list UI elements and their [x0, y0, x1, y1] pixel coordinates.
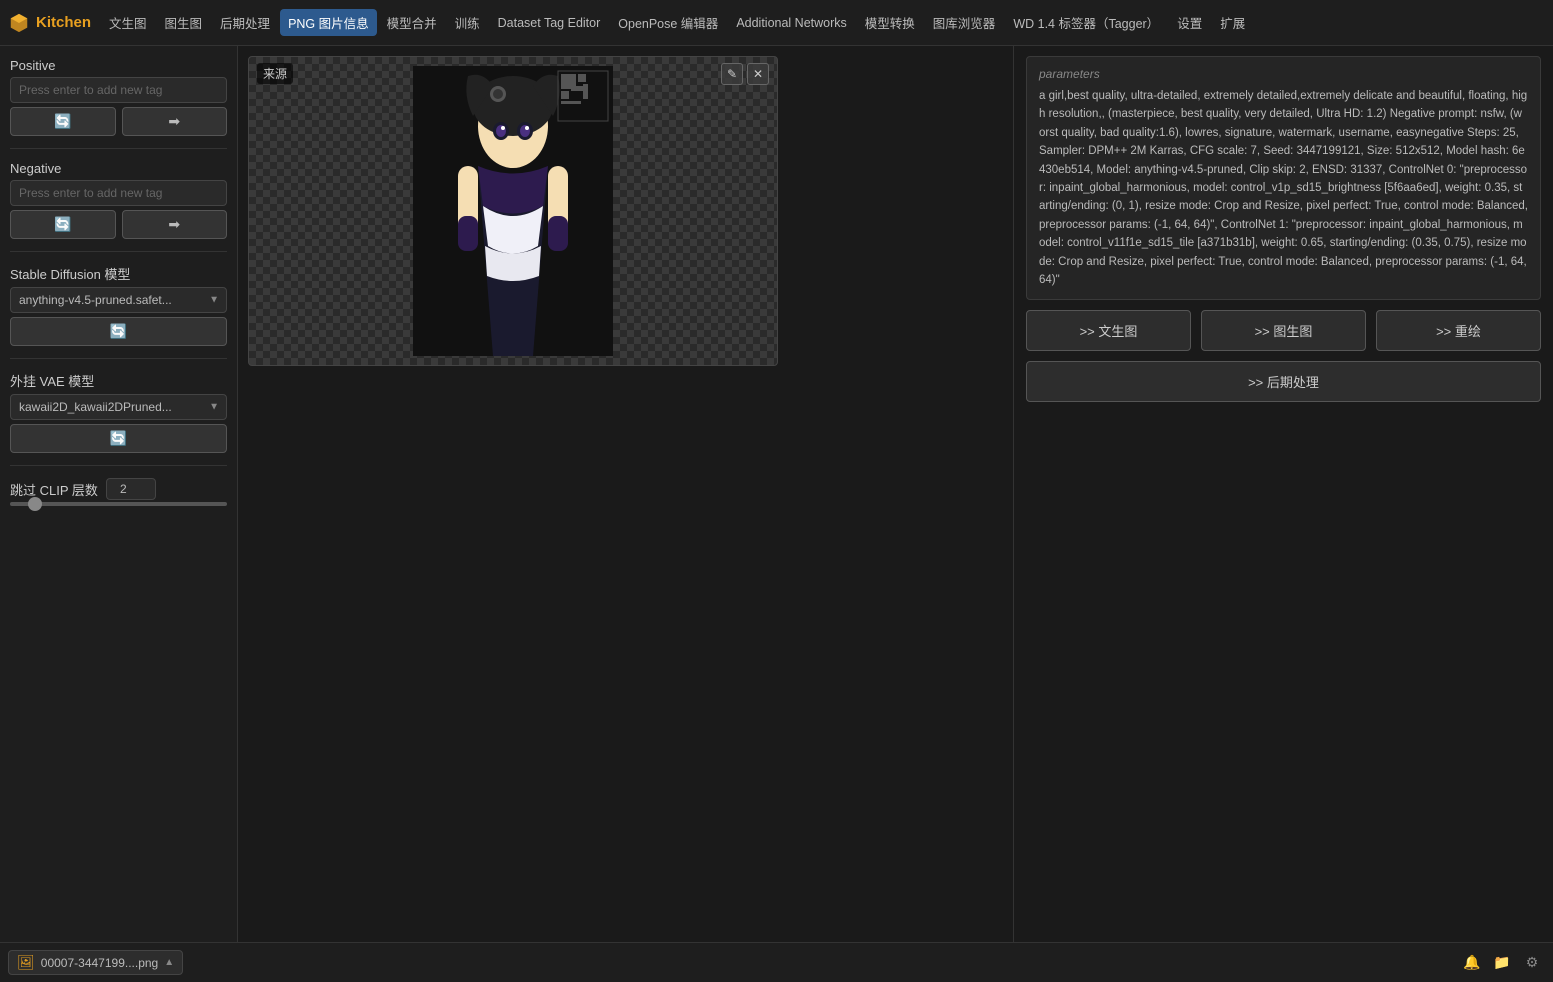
nav-item-model-convert[interactable]: 模型转换	[857, 9, 923, 36]
positive-input[interactable]	[10, 77, 227, 103]
vae-refresh-btn[interactable]: 🔄	[10, 424, 227, 453]
nav-item-openpose[interactable]: OpenPose 编辑器	[610, 9, 726, 36]
vae-section: 外挂 VAE 模型 kawaii2D_kawaii2DPruned... ▼ 🔄	[10, 371, 227, 453]
nav-item-merge[interactable]: 模型合并	[379, 9, 445, 36]
positive-arrow-btn[interactable]: ➡	[122, 107, 228, 136]
negative-label: Negative	[10, 161, 227, 176]
positive-label: Positive	[10, 58, 227, 73]
vae-select[interactable]: kawaii2D_kawaii2DPruned...	[10, 394, 227, 420]
taskbar-file-item[interactable]: 🖼 00007-3447199....png ▲	[8, 950, 183, 975]
sd-model-label: Stable Diffusion 模型	[10, 264, 227, 283]
params-text: a girl,best quality, ultra-detailed, ext…	[1039, 87, 1528, 289]
negative-input[interactable]	[10, 180, 227, 206]
clip-label: 跳过 CLIP 层数	[10, 480, 98, 499]
positive-section: Positive 🔄 ➡	[10, 58, 227, 136]
sd-model-select-wrap: anything-v4.5-pruned.safet... ▼	[10, 287, 227, 313]
img2img-btn[interactable]: >> 图生图	[1201, 310, 1366, 351]
anime-image	[413, 66, 613, 356]
negative-refresh-btn[interactable]: 🔄	[10, 210, 116, 239]
tray-icon-1[interactable]: 🔔	[1459, 950, 1485, 976]
vae-select-wrap: kawaii2D_kawaii2DPruned... ▼	[10, 394, 227, 420]
nav-item-additional-networks[interactable]: Additional Networks	[728, 12, 854, 34]
image-controls: ✎ ✕	[721, 63, 769, 85]
top-navigation: Kitchen 文生图图生图后期处理PNG 图片信息模型合并训练Dataset …	[0, 0, 1553, 46]
nav-item-txt2img[interactable]: 文生图	[101, 9, 155, 36]
positive-refresh-btn[interactable]: 🔄	[10, 107, 116, 136]
image-label: 来源	[257, 63, 293, 84]
sd-model-section: Stable Diffusion 模型 anything-v4.5-pruned…	[10, 264, 227, 346]
sd-model-select[interactable]: anything-v4.5-pruned.safet...	[10, 287, 227, 313]
sd-model-refresh-btn[interactable]: 🔄	[10, 317, 227, 346]
divider-2	[10, 251, 227, 252]
nav-item-dataset-tag[interactable]: Dataset Tag Editor	[490, 12, 609, 34]
image-container: 来源 ✎ ✕	[248, 56, 778, 366]
nav-item-extras[interactable]: 后期处理	[212, 9, 278, 36]
nav-item-wd-tagger[interactable]: WD 1.4 标签器（Tagger）	[1005, 9, 1167, 36]
divider-4	[10, 465, 227, 466]
divider-1	[10, 148, 227, 149]
txt2img-btn[interactable]: >> 文生图	[1026, 310, 1191, 351]
divider-3	[10, 358, 227, 359]
clip-slider-wrap	[10, 502, 227, 506]
params-section: parameters a girl,best quality, ultra-de…	[1026, 56, 1541, 300]
image-close-btn[interactable]: ✕	[747, 63, 769, 85]
taskbar-chevron-icon: ▲	[164, 957, 174, 968]
negative-section: Negative 🔄 ➡	[10, 161, 227, 239]
center-panel: 来源 ✎ ✕	[238, 46, 1013, 942]
action-buttons-row1: >> 文生图 >> 图生图 >> 重绘	[1026, 310, 1541, 351]
taskbar-file-icon: 🖼	[17, 954, 35, 971]
left-sidebar: Positive 🔄 ➡ Negative 🔄 ➡ Stable Diffusi…	[0, 46, 238, 942]
tray-icon-2[interactable]: 📁	[1489, 950, 1515, 976]
taskbar-icons: 🔔 📁 ⚙	[1459, 950, 1545, 976]
image-edit-btn[interactable]: ✎	[721, 63, 743, 85]
taskbar: 🖼 00007-3447199....png ▲ 🔔 📁 ⚙	[0, 942, 1553, 982]
nav-item-settings[interactable]: 设置	[1169, 9, 1210, 36]
postprocess-btn[interactable]: >> 后期处理	[1026, 361, 1541, 402]
taskbar-file-name: 00007-3447199....png	[41, 956, 158, 970]
vae-label: 外挂 VAE 模型	[10, 371, 227, 390]
negative-arrow-btn[interactable]: ➡	[122, 210, 228, 239]
clip-section: 跳过 CLIP 层数	[10, 478, 227, 506]
nav-item-image-browser[interactable]: 图库浏览器	[925, 9, 1004, 36]
right-panel: parameters a girl,best quality, ultra-de…	[1013, 46, 1553, 942]
app-title: Kitchen	[36, 14, 91, 31]
main-layout: Positive 🔄 ➡ Negative 🔄 ➡ Stable Diffusi…	[0, 46, 1553, 942]
inpaint-btn[interactable]: >> 重绘	[1376, 310, 1541, 351]
nav-item-img2img[interactable]: 图生图	[157, 9, 211, 36]
app-logo: Kitchen	[8, 12, 91, 34]
tray-icon-3[interactable]: ⚙	[1519, 950, 1545, 976]
nav-item-extensions[interactable]: 扩展	[1212, 9, 1253, 36]
nav-item-png-info[interactable]: PNG 图片信息	[280, 9, 377, 36]
nav-item-train[interactable]: 训练	[447, 9, 488, 36]
params-title: parameters	[1039, 67, 1528, 81]
clip-slider[interactable]	[10, 502, 227, 506]
image-canvas[interactable]	[249, 57, 777, 365]
